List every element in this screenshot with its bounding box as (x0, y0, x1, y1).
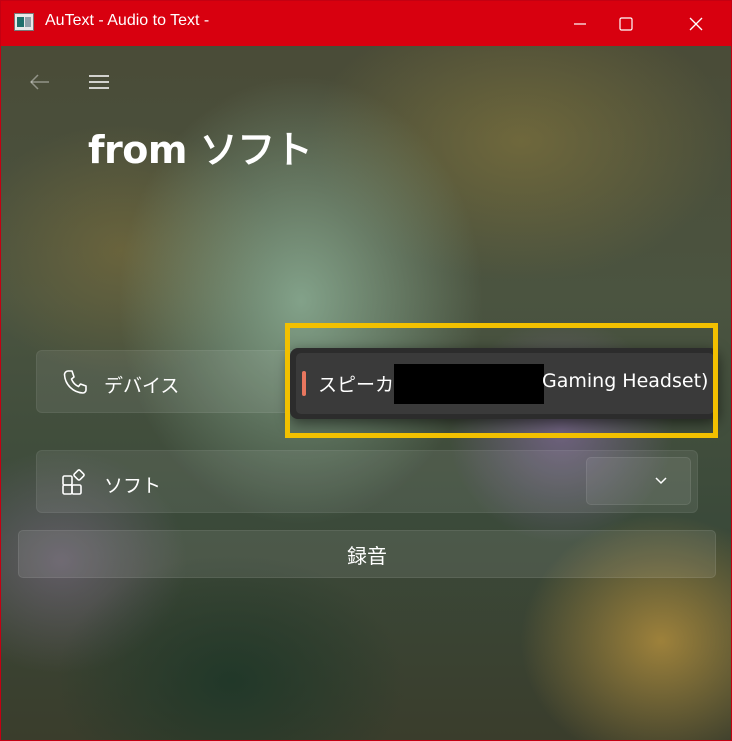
app-icon (14, 13, 34, 31)
window-title: AuText - Audio to Text - (45, 12, 210, 29)
arrow-left-icon (29, 74, 49, 90)
back-button[interactable] (28, 71, 52, 93)
phone-icon (61, 368, 89, 396)
app-window: AuText - Audio to Text - from ソフト デバイス ス… (0, 0, 732, 741)
soft-combo-box[interactable] (586, 457, 691, 505)
menu-button[interactable] (87, 71, 111, 93)
soft-label: ソフト (104, 475, 162, 497)
annotation-highlight-box (285, 323, 718, 438)
page-title: from ソフト (88, 128, 313, 172)
minimize-button[interactable] (557, 1, 603, 46)
title-bar[interactable]: AuText - Audio to Text - (1, 1, 731, 46)
apps-add-icon (61, 468, 89, 496)
close-icon (689, 17, 703, 30)
minimize-icon (574, 22, 586, 25)
close-button[interactable] (673, 1, 719, 46)
record-button[interactable]: 録音 (18, 530, 716, 578)
record-button-label: 録音 (347, 543, 387, 568)
hamburger-menu-icon (89, 75, 109, 89)
device-label: デバイス (104, 375, 180, 397)
chevron-down-icon (655, 477, 667, 485)
maximize-button[interactable] (603, 1, 649, 46)
maximize-icon (619, 16, 633, 31)
